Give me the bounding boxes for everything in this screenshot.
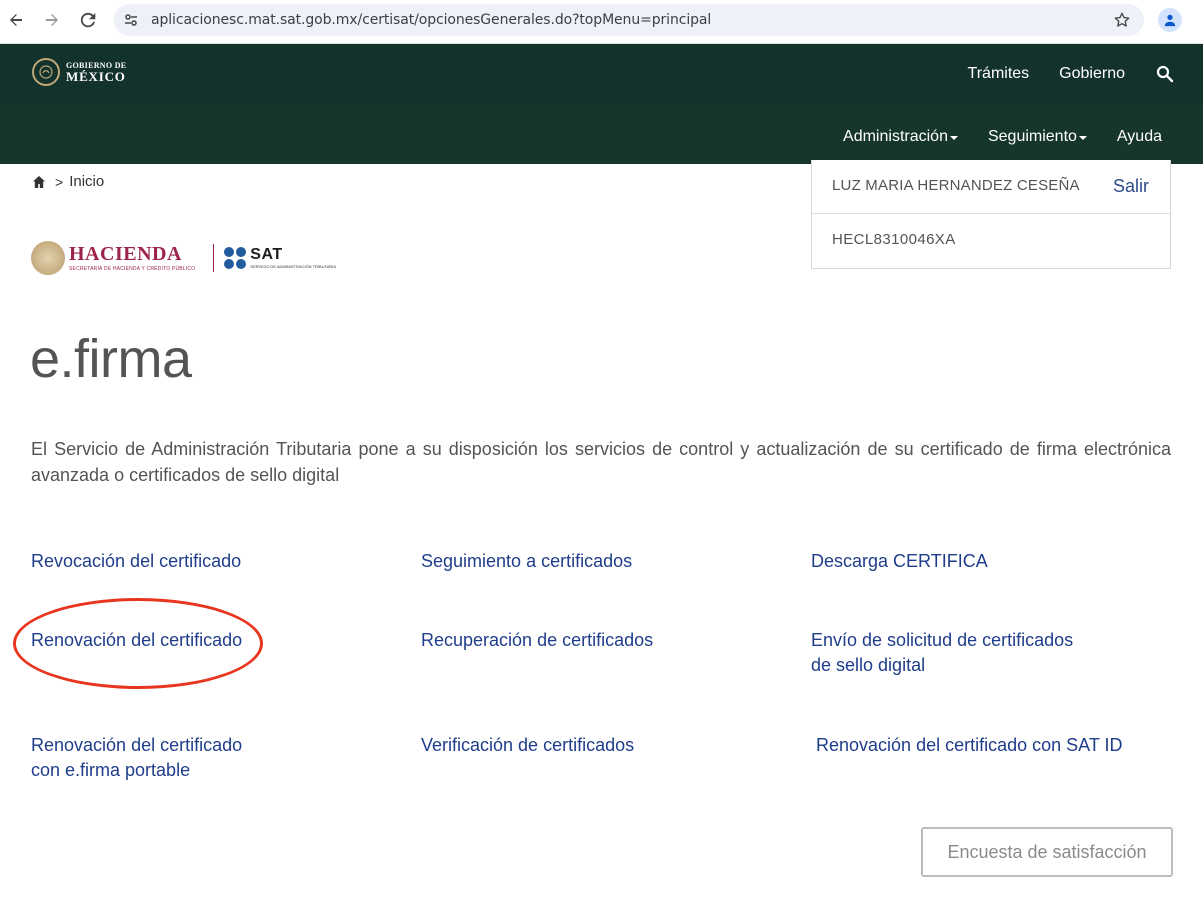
link-renovacion-portable[interactable]: Renovación del certificado con e.firma po… (31, 733, 242, 783)
sat-nav: Administración Seguimiento Ayuda (813, 128, 1162, 146)
page-title: e.firma (30, 329, 192, 389)
hacienda-seal-icon (31, 241, 65, 275)
site-settings-icon[interactable] (122, 11, 140, 29)
hacienda-wordmark: HACIENDA (69, 243, 182, 265)
nav-tramites[interactable]: Trámites (968, 65, 1030, 83)
link-recuperacion[interactable]: Recuperación de certificados (421, 628, 653, 653)
hacienda-sat-logo: HACIENDA SECRETARÍA DE HACIENDA Y CRÉDIT… (31, 240, 336, 276)
user-rfc: HECL8310046XA (832, 231, 956, 248)
sat-dots-icon (224, 247, 247, 269)
link-envio-solicitud[interactable]: Envío de solicitud de certificados de sel… (811, 628, 1073, 678)
menu-ayuda-label: Ayuda (1116, 128, 1162, 145)
logo-line2: MÉXICO (66, 68, 126, 84)
breadcrumb: > Inicio (31, 173, 104, 190)
user-name: LUZ MARIA HERNANDEZ CESEÑA (832, 177, 1080, 194)
link-descarga-certifica[interactable]: Descarga CERTIFICA (811, 549, 988, 574)
menu-seguimiento[interactable]: Seguimiento (988, 128, 1087, 146)
search-icon[interactable] (1155, 64, 1175, 84)
menu-administracion-label: Administración (843, 128, 948, 145)
caret-down-icon (949, 136, 958, 140)
link-seguimiento[interactable]: Seguimiento a certificados (421, 549, 632, 574)
link-revocacion[interactable]: Revocación del certificado (31, 549, 241, 574)
sat-subtitle: SERVICIO DE ADMINISTRACIÓN TRIBUTARIA (250, 264, 337, 269)
home-icon[interactable] (31, 174, 47, 190)
gov-nav: Trámites Gobierno (938, 64, 1175, 84)
hacienda-subtitle: SECRETARÍA DE HACIENDA Y CRÉDITO PÚBLICO (69, 266, 196, 272)
gov-header: GOBIERNO DE MÉXICO Trámites Gobierno (0, 44, 1203, 104)
sat-nav-bar: Administración Seguimiento Ayuda (0, 104, 1203, 164)
survey-button[interactable]: Encuesta de satisfacción (921, 827, 1173, 877)
address-bar[interactable]: aplicacionesc.mat.sat.gob.mx/certisat/op… (114, 4, 1144, 36)
logo-divider (213, 244, 215, 272)
gobierno-logo[interactable]: GOBIERNO DE MÉXICO (32, 58, 126, 86)
star-icon[interactable] (1112, 10, 1132, 30)
link-verificacion[interactable]: Verificación de certificados (421, 733, 634, 758)
logout-link[interactable]: Salir (1113, 176, 1149, 197)
person-icon[interactable] (1158, 8, 1182, 32)
url-text[interactable]: aplicacionesc.mat.sat.gob.mx/certisat/op… (151, 12, 711, 28)
caret-down-icon (1078, 136, 1087, 140)
arrow-right-icon[interactable] (40, 8, 64, 32)
sat-wordmark: SAT (250, 246, 283, 263)
browser-toolbar: aplicacionesc.mat.sat.gob.mx/certisat/op… (0, 0, 1203, 44)
reload-icon[interactable] (76, 8, 100, 32)
user-panel: LUZ MARIA HERNANDEZ CESEÑA Salir HECL831… (811, 160, 1171, 269)
mexico-seal-icon (32, 58, 60, 86)
arrow-left-icon[interactable] (4, 8, 28, 32)
breadcrumb-separator: > (55, 173, 64, 190)
menu-administracion[interactable]: Administración (843, 128, 958, 146)
menu-seguimiento-label: Seguimiento (987, 128, 1077, 145)
link-renovacion[interactable]: Renovación del certificado (31, 628, 242, 653)
link-renovacion-sat-id[interactable]: Renovación del certificado con SAT ID (816, 733, 1123, 758)
menu-ayuda[interactable]: Ayuda (1117, 128, 1162, 146)
nav-gobierno[interactable]: Gobierno (1059, 65, 1125, 83)
breadcrumb-inicio[interactable]: Inicio (69, 173, 104, 190)
page-description: El Servicio de Administración Tributaria… (31, 439, 1171, 485)
